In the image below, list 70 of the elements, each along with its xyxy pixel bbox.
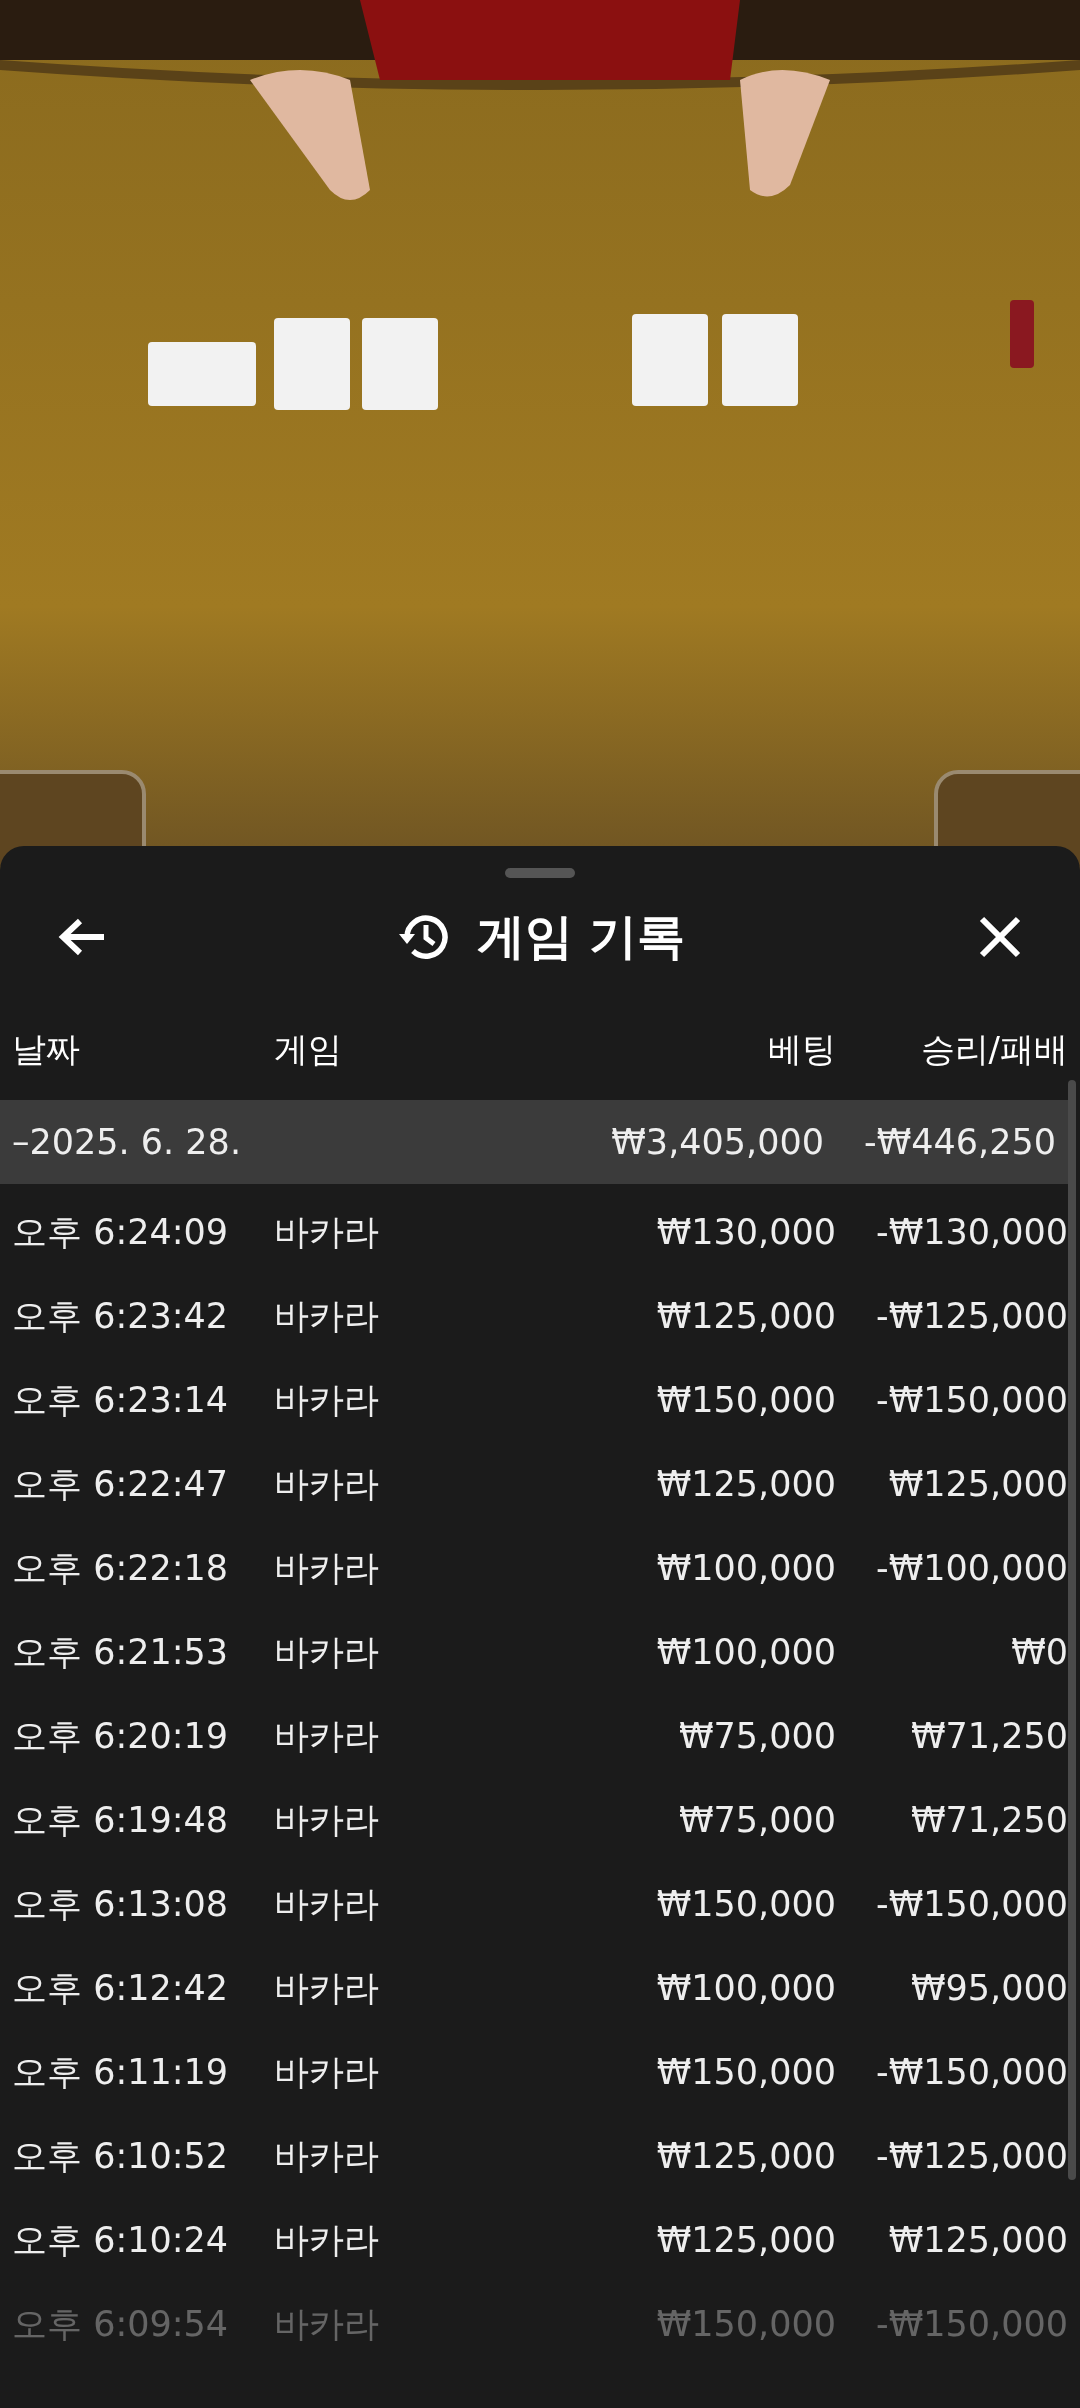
table-cell-text: -₩150,000 [875, 1380, 1068, 1420]
group-bet-total: ₩3,405,000 [610, 1122, 824, 1162]
table-cell-text: -₩150,000 [875, 2052, 1068, 2092]
table-cell-text: 오후 6:22:18 [12, 1546, 230, 1590]
table-cell-text: ₩100,000 [655, 1968, 836, 2008]
table-cell-text: 바카라 [274, 2218, 380, 2262]
table-cell-text: 오후 6:12:42 [12, 1966, 230, 2010]
table-cell-text: 바카라 [274, 2134, 380, 2178]
table-cell-text: 오후 6:11:19 [12, 2050, 230, 2094]
table-cell-text: 바카라 [274, 1210, 380, 1254]
table-cell-text: 오후 6:19:48 [12, 1798, 230, 1842]
table-cell-text: 바카라 [274, 1798, 380, 1842]
sheet-title: 게임 기록 [476, 907, 686, 966]
table-cell-text: ₩75,000 [677, 1800, 836, 1840]
table-cell-text: 오후 6:10:52 [12, 2134, 230, 2178]
table-cell-text: ₩75,000 [677, 1716, 836, 1756]
table-cell-text: -₩125,000 [875, 1296, 1068, 1336]
table-cell-text: ₩100,000 [655, 1548, 836, 1588]
close-icon [978, 915, 1022, 959]
column-header: 베팅 [767, 1028, 836, 1071]
table-cell-text: ₩150,000 [655, 1884, 836, 1924]
date-group-row[interactable]: –2025. 6. 28. ₩3,405,000 -₩446,250 [0, 1100, 1068, 1184]
table-cell-text: 오후 6:09:54 [12, 2302, 230, 2346]
table-cell-text: 오후 6:13:08 [12, 1882, 230, 1926]
table-cell-text: 오후 6:23:14 [12, 1378, 230, 1422]
table-cell-text: ₩125,000 [887, 1464, 1068, 1504]
scrollbar[interactable] [1068, 1080, 1076, 2180]
group-result-total: -₩446,250 [863, 1122, 1056, 1162]
back-arrow-icon [58, 917, 106, 957]
table-cell-text: ₩125,000 [655, 1296, 836, 1336]
table-cell-text: ₩71,250 [909, 1716, 1068, 1756]
group-date: –2025. 6. 28. [12, 1122, 242, 1162]
table-cell-text: 오후 6:21:53 [12, 1630, 230, 1674]
table-cell-text: -₩150,000 [875, 1884, 1068, 1924]
table-cell-text: 바카라 [274, 2050, 380, 2094]
table-cell-text: 오후 6:10:24 [12, 2218, 230, 2262]
table-cell-text: ₩150,000 [655, 2304, 836, 2344]
table-cell-text: ₩71,250 [909, 1800, 1068, 1840]
table-cell-text: 바카라 [274, 1966, 380, 2010]
table-cell-text: 바카라 [274, 1546, 380, 1590]
table-cell-text: ₩100,000 [655, 1632, 836, 1672]
table-cell-text: 바카라 [274, 1882, 380, 1926]
table-cell-text: ₩150,000 [655, 2052, 836, 2092]
table-cell-text: 바카라 [274, 1294, 380, 1338]
table-cell-text: ₩125,000 [887, 2220, 1068, 2260]
table-cell-text: 바카라 [274, 2302, 380, 2346]
table-cell-text: 바카라 [274, 1630, 380, 1674]
table-cell-text: ₩125,000 [655, 2220, 836, 2260]
table-cell-text: 오후 6:22:47 [12, 1462, 230, 1506]
table-cell-text: -₩150,000 [875, 2304, 1068, 2344]
table-cell-text: -₩125,000 [875, 2136, 1068, 2176]
table-cell-text: 바카라 [274, 1714, 380, 1758]
table-cell-text: 바카라 [274, 1378, 380, 1422]
table-cell-text: ₩130,000 [655, 1212, 836, 1252]
table-cell-text: ₩0 [1010, 1632, 1068, 1672]
table-cell-text: 오후 6:20:19 [12, 1714, 230, 1758]
column-header: 승리/패배 [919, 1028, 1068, 1071]
table-cell-text: 바카라 [274, 1462, 380, 1506]
table-cell-text: 오후 6:23:42 [12, 1294, 230, 1338]
column-header: 날짜 [12, 1028, 81, 1071]
table-cell-text: ₩150,000 [655, 1380, 836, 1420]
drag-handle[interactable] [505, 868, 575, 878]
table-cell-text: ₩125,000 [655, 1464, 836, 1504]
column-header: 게임 [274, 1028, 343, 1071]
history-icon [396, 912, 449, 962]
table-cell-text: -₩100,000 [875, 1548, 1068, 1588]
table-cell-text: -₩130,000 [875, 1212, 1068, 1252]
table-cell-text: ₩125,000 [655, 2136, 836, 2176]
table-cell-text: 오후 6:24:09 [12, 1210, 230, 1254]
table-cell-text: ₩95,000 [909, 1968, 1068, 2008]
